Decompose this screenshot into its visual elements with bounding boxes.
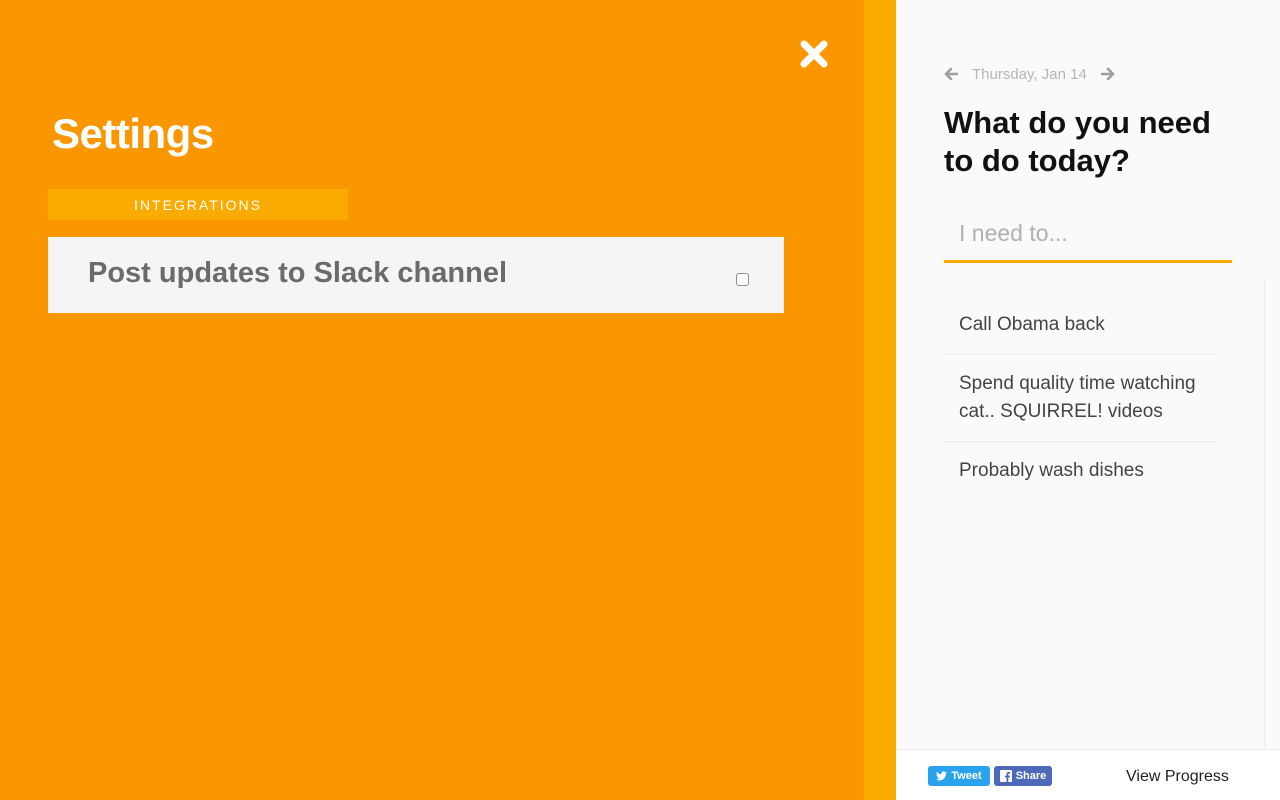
integration-slack-label: Post updates to Slack channel (88, 257, 507, 289)
settings-panel: Settings INTEGRATIONS Post updates to Sl… (0, 0, 864, 800)
date-navigation: Thursday, Jan 14 (944, 64, 1115, 84)
tweet-label: Tweet (951, 770, 982, 782)
close-button[interactable] (798, 38, 830, 70)
facebook-f-icon (999, 770, 1012, 782)
arrow-left-icon[interactable] (944, 67, 959, 81)
footer: Tweet Share View Progress (896, 749, 1280, 800)
share-label: Share (1015, 770, 1047, 782)
accent-strip (864, 0, 896, 800)
tab-integrations[interactable]: INTEGRATIONS (48, 189, 348, 220)
arrow-right-icon[interactable] (1100, 67, 1115, 81)
todo-item[interactable]: Probably wash dishes (944, 442, 1216, 500)
todo-heading: What do you need to do today? (944, 105, 1211, 178)
facebook-share-button[interactable]: Share (994, 766, 1052, 786)
todo-input[interactable] (944, 206, 1232, 263)
integration-slack-checkbox[interactable] (736, 273, 749, 286)
scrollbar-track[interactable] (1264, 280, 1265, 750)
todo-panel: Thursday, Jan 14 What do you need to do … (896, 0, 1280, 800)
twitter-bird-icon (936, 771, 948, 781)
todo-item[interactable]: Call Obama back (944, 296, 1216, 355)
tweet-button[interactable]: Tweet (928, 766, 990, 786)
todo-list: Call Obama back Spend quality time watch… (944, 296, 1216, 500)
current-date: Thursday, Jan 14 (972, 65, 1087, 83)
todo-item[interactable]: Spend quality time watching cat.. SQUIRR… (944, 355, 1216, 442)
settings-title: Settings (52, 110, 214, 157)
integration-slack-row: Post updates to Slack channel (48, 237, 784, 313)
close-icon (800, 40, 828, 68)
view-progress-link[interactable]: View Progress (1126, 768, 1229, 786)
